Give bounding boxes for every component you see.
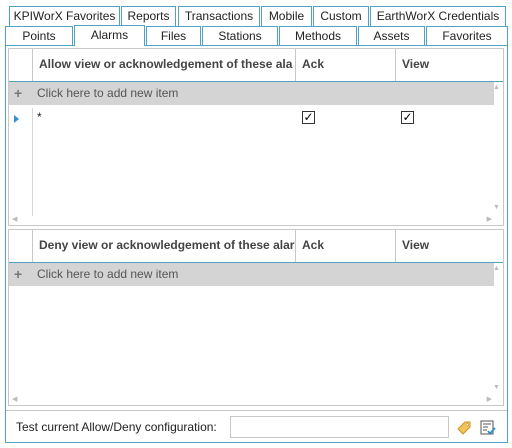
tab-label: Favorites: [442, 29, 492, 43]
view-checkbox[interactable]: ✓: [401, 111, 414, 124]
tab-label: Reports: [127, 9, 170, 23]
tab-label: Alarms: [90, 28, 129, 42]
tag-icon[interactable]: [455, 419, 473, 437]
deny-ack-column-header[interactable]: Ack: [295, 230, 395, 262]
current-row-indicator-icon: [14, 115, 19, 123]
tab-label: KPIWorX Favorites: [13, 9, 116, 23]
allow-add-row[interactable]: + Click here to add new item: [9, 82, 494, 105]
add-row-label: Click here to add new item: [37, 86, 179, 100]
tab-kpiworx-favorites[interactable]: KPIWorX Favorites: [9, 6, 120, 26]
tab-label: Stations: [218, 29, 262, 43]
tab-label: Transactions: [184, 9, 254, 23]
column-divider: [32, 108, 33, 216]
tab-label: EarthWorX Credentials: [376, 9, 500, 23]
alarm-pattern-cell[interactable]: *: [37, 110, 42, 124]
scroll-right-arrow-icon[interactable]: ▶: [487, 216, 492, 224]
plus-icon: +: [14, 266, 23, 282]
tab-favorites[interactable]: Favorites: [426, 26, 508, 46]
scroll-down-arrow-icon[interactable]: ▼: [493, 204, 500, 212]
deny-grid-header: Deny view or acknowledgement of these al…: [9, 230, 503, 263]
deny-view-column-header[interactable]: View: [395, 230, 495, 262]
tab-label: Assets: [373, 29, 410, 43]
scroll-down-arrow-icon[interactable]: ▼: [493, 384, 500, 392]
allow-pattern-column-header[interactable]: Allow view or acknowledgement of these a…: [32, 49, 295, 81]
allow-ack-column-header[interactable]: Ack: [295, 49, 395, 81]
allow-vertical-scrollbar[interactable]: ▲ ▼: [491, 82, 503, 214]
tab-earthworx-credentials[interactable]: EarthWorX Credentials: [370, 6, 506, 26]
tab-label: Points: [22, 29, 56, 43]
tab-label: Custom: [320, 9, 362, 23]
allow-horizontal-scrollbar[interactable]: ◀ ▶: [9, 214, 494, 226]
allow-grid: Allow view or acknowledgement of these a…: [8, 48, 504, 226]
test-config-icon[interactable]: [479, 419, 497, 437]
deny-pattern-column-header[interactable]: Deny view or acknowledgement of these al…: [32, 230, 295, 262]
ack-checkbox[interactable]: ✓: [302, 111, 315, 124]
scroll-left-arrow-icon[interactable]: ◀: [12, 396, 17, 404]
tab-label: Mobile: [268, 9, 305, 23]
plus-icon: +: [14, 85, 23, 101]
test-config-bar: Test current Allow/Deny configuration:: [6, 410, 507, 442]
tab-assets[interactable]: Assets: [358, 26, 425, 46]
tab-custom[interactable]: Custom: [313, 6, 369, 26]
allow-table-row[interactable]: * ✓ ✓: [9, 108, 494, 130]
test-config-label: Test current Allow/Deny configuration:: [16, 420, 217, 434]
tab-label: Files: [160, 29, 187, 43]
tab-transactions[interactable]: Transactions: [178, 6, 260, 26]
scroll-right-arrow-icon[interactable]: ▶: [487, 396, 492, 404]
tab-reports[interactable]: Reports: [121, 6, 176, 26]
deny-vertical-scrollbar[interactable]: ▲ ▼: [491, 263, 503, 394]
scroll-up-arrow-icon[interactable]: ▲: [493, 265, 500, 273]
allow-view-column-header[interactable]: View: [395, 49, 495, 81]
tab-label: Methods: [294, 29, 342, 43]
test-config-input[interactable]: [230, 416, 449, 438]
deny-add-row[interactable]: + Click here to add new item: [9, 263, 494, 286]
add-row-label: Click here to add new item: [37, 267, 179, 281]
tab-mobile[interactable]: Mobile: [261, 6, 312, 26]
tab-methods[interactable]: Methods: [279, 26, 357, 46]
tab-points[interactable]: Points: [5, 26, 73, 46]
allow-grid-header: Allow view or acknowledgement of these a…: [9, 49, 503, 82]
tab-files[interactable]: Files: [146, 26, 201, 46]
scroll-left-arrow-icon[interactable]: ◀: [12, 216, 17, 224]
alarms-panel: Allow view or acknowledgement of these a…: [5, 45, 508, 443]
deny-horizontal-scrollbar[interactable]: ◀ ▶: [9, 394, 494, 406]
deny-grid: Deny view or acknowledgement of these al…: [8, 229, 504, 406]
tab-stations[interactable]: Stations: [202, 26, 278, 46]
tab-alarms[interactable]: Alarms: [74, 25, 145, 46]
scroll-up-arrow-icon[interactable]: ▲: [493, 84, 500, 92]
